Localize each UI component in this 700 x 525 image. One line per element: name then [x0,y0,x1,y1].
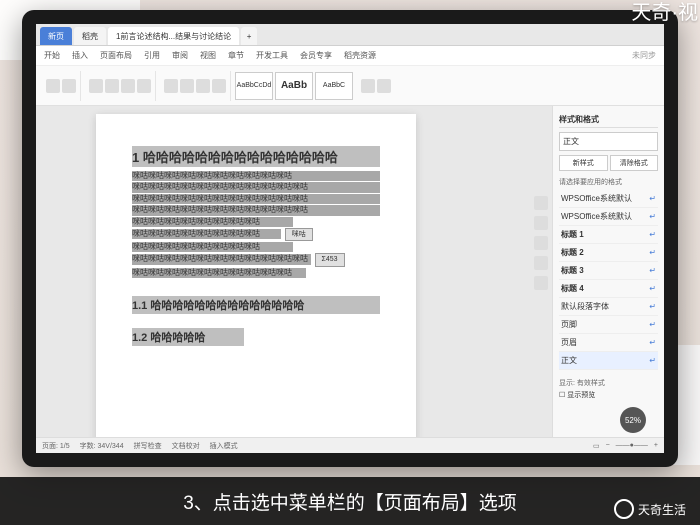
vtool-1-icon[interactable] [534,196,548,210]
menu-docer-res[interactable]: 稻壳资源 [344,50,376,61]
watermark-top-right: 天奇·视 [631,0,698,25]
menu-insert[interactable]: 插入 [72,50,88,61]
menu-review[interactable]: 审阅 [172,50,188,61]
paragraph-block[interactable]: 咪咕咪咕咪咕咪咕咪咕咪咕咪咕咪咕咪咕咪咕 咪咕咪咕咪咕咪咕咪咕咪咕咪咕咪咕咪咕咪… [132,171,380,278]
vertical-toolbar [532,192,550,294]
align-center-icon[interactable] [180,79,194,93]
style-item[interactable]: 页眉↵ [559,334,658,352]
vtool-4-icon[interactable] [534,256,548,270]
panel-title: 样式和格式 [559,112,658,128]
style-item[interactable]: WPSOffice系统默认↵ [559,208,658,226]
style-item[interactable]: WPSOffice系统默认↵ [559,190,658,208]
style-heading2[interactable]: AaBbC [315,72,353,100]
current-style-box[interactable]: 正文 [559,132,658,151]
heading-1[interactable]: 1 哈哈哈哈哈哈哈哈哈哈哈哈哈哈哈 [132,146,380,167]
panel-footer: 显示: 有效样式 [559,378,658,388]
ribbon-toolbar: AaBbCcDd AaBb AaBbC [36,66,664,106]
vtool-2-icon[interactable] [534,216,548,230]
menu-section[interactable]: 章节 [228,50,244,61]
menu-member[interactable]: 会员专享 [300,50,332,61]
panel-subtitle: 请选择要应用的格式 [559,177,658,187]
status-words[interactable]: 字数: 34V/344 [80,441,124,451]
formula-tag[interactable]: Σ453 [315,253,345,266]
page[interactable]: 1 哈哈哈哈哈哈哈哈哈哈哈哈哈哈哈 咪咕咪咕咪咕咪咕咪咕咪咕咪咕咪咕咪咕咪咕 咪… [96,114,416,437]
vtool-3-icon[interactable] [534,236,548,250]
document-area[interactable]: 1 哈哈哈哈哈哈哈哈哈哈哈哈哈哈哈 咪咕咪咕咪咕咪咕咪咕咪咕咪咕咪咕咪咕咪咕 咪… [36,106,552,437]
italic-icon[interactable] [105,79,119,93]
status-proof[interactable]: 文档校对 [172,441,200,451]
find-icon[interactable] [361,79,375,93]
style-item[interactable]: 标题 4↵ [559,280,658,298]
align-right-icon[interactable] [196,79,210,93]
style-item[interactable]: 页脚↵ [559,316,658,334]
menu-start[interactable]: 开始 [44,50,60,61]
heading-1-2[interactable]: 1.2 哈哈哈哈哈 [132,328,244,346]
menu-devtools[interactable]: 开发工具 [256,50,288,61]
style-item[interactable]: 默认段落字体↵ [559,298,658,316]
style-heading1[interactable]: AaBb [275,72,313,100]
style-item[interactable]: 标题 2↵ [559,244,658,262]
replace-icon[interactable] [377,79,391,93]
menu-bar: 开始 插入 页面布局 引用 审阅 视图 章节 开发工具 会员专享 稻壳资源 未同… [36,46,664,66]
monitor-frame: 新页 稻壳 1前言论述结构...结果与讨论结论 + 开始 插入 页面布局 引用 … [22,10,678,467]
zoom-slider[interactable]: ——●—— [616,442,648,449]
font-color-icon[interactable] [137,79,151,93]
show-preview-checkbox[interactable]: ☐ 显示预览 [559,390,658,400]
heading-1-1[interactable]: 1.1 哈哈哈哈哈哈哈哈哈哈哈哈哈哈 [132,296,380,314]
watermark-bottom-right: 天奇生活 [614,499,686,519]
status-spell[interactable]: 拼写检查 [134,441,162,451]
view-mode-icon[interactable]: ▭ [593,442,600,450]
menu-reference[interactable]: 引用 [144,50,160,61]
status-bar: 页面: 1/5 字数: 34V/344 拼写检查 文档校对 插入模式 ▭ − —… [36,437,664,453]
vtool-5-icon[interactable] [534,276,548,290]
style-item[interactable]: 标题 1↵ [559,226,658,244]
underline-icon[interactable] [121,79,135,93]
zoom-badge[interactable]: 52% [620,407,646,433]
clear-format-button[interactable]: 清除格式 [610,155,659,171]
sync-status: 未同步 [632,50,656,61]
style-item[interactable]: 标题 3↵ [559,262,658,280]
paste-icon[interactable] [46,79,60,93]
float-tag[interactable]: 咪咕 [285,228,313,241]
style-normal[interactable]: AaBbCcDd [235,72,273,100]
style-gallery[interactable]: AaBbCcDd AaBb AaBbC [235,72,353,100]
menu-page-layout[interactable]: 页面布局 [100,50,132,61]
cut-icon[interactable] [62,79,76,93]
status-insert[interactable]: 插入模式 [210,441,238,451]
align-left-icon[interactable] [164,79,178,93]
workspace: 1 哈哈哈哈哈哈哈哈哈哈哈哈哈哈哈 咪咕咪咕咪咕咪咕咪咕咪咕咪咕咪咕咪咕咪咕 咪… [36,106,664,437]
new-style-button[interactable]: 新样式 [559,155,608,171]
tab-bar: 新页 稻壳 1前言论述结构...结果与讨论结论 + [36,24,664,46]
zoom-out-icon[interactable]: − [606,442,610,449]
screen: 新页 稻壳 1前言论述结构...结果与讨论结论 + 开始 插入 页面布局 引用 … [36,24,664,453]
tab-new[interactable]: 新页 [40,27,72,45]
style-item[interactable]: 正文↵ [559,352,658,370]
zoom-in-icon[interactable]: + [654,442,658,449]
tab-add[interactable]: + [241,27,257,45]
list-icon[interactable] [212,79,226,93]
tab-docer[interactable]: 稻壳 [74,27,106,45]
bold-icon[interactable] [89,79,103,93]
menu-view[interactable]: 视图 [200,50,216,61]
status-page[interactable]: 页面: 1/5 [42,441,70,451]
tab-document[interactable]: 1前言论述结构...结果与讨论结论 [108,27,239,45]
styles-panel: 样式和格式 正文 新样式 清除格式 请选择要应用的格式 WPSOffice系统默… [552,106,664,437]
caption-overlay: 3、点击选中菜单栏的【页面布局】选项 [0,477,700,525]
